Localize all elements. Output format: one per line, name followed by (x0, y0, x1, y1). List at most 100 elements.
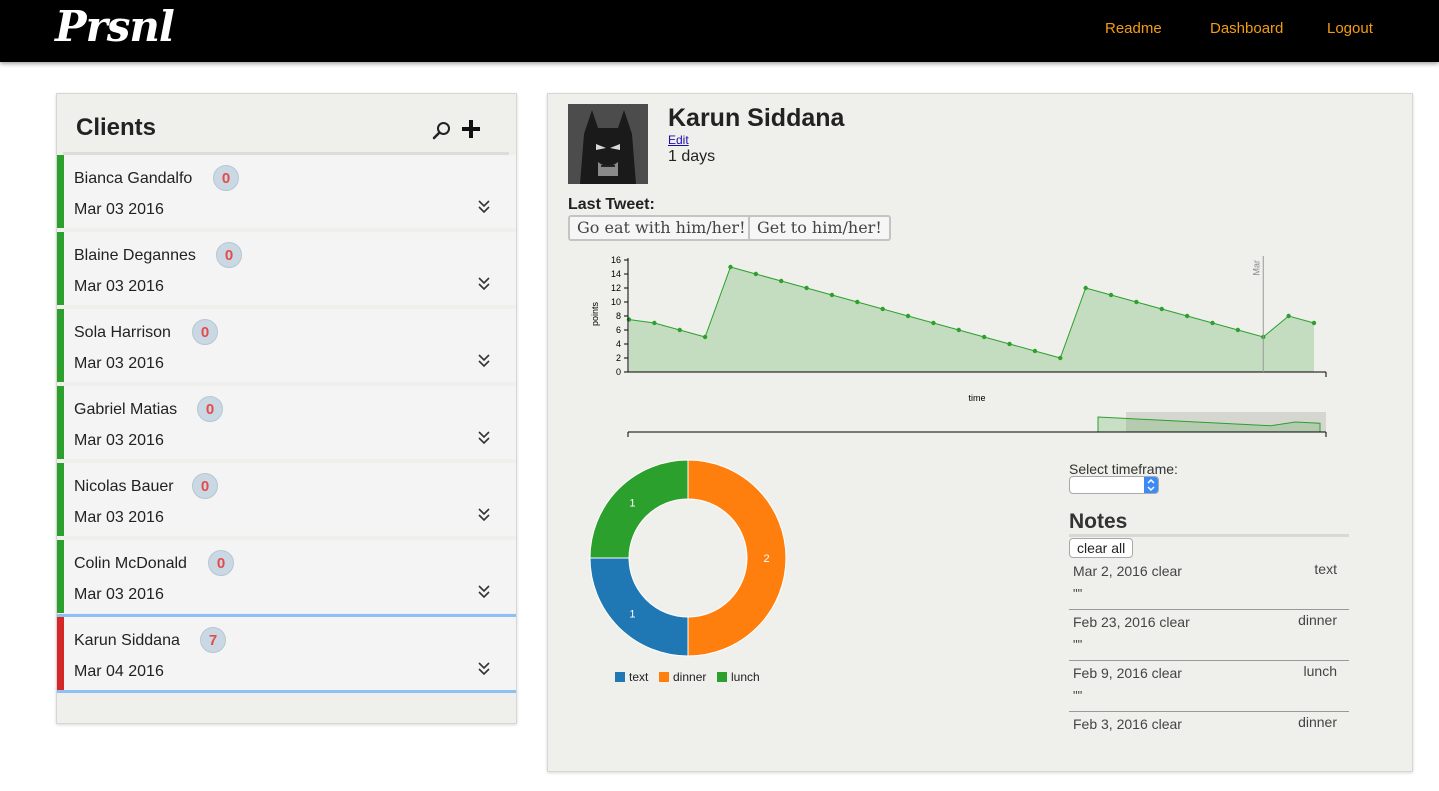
data-point (753, 271, 759, 277)
nav-readme-link[interactable]: Readme (1105, 20, 1162, 37)
note-text: "" (1073, 688, 1083, 703)
client-date: Mar 03 2016 (74, 432, 164, 449)
data-point (829, 292, 835, 298)
legend-swatch (659, 672, 669, 682)
data-point (1184, 313, 1190, 319)
note-type: text (1314, 561, 1337, 577)
note-clear-link[interactable]: clear (1152, 716, 1182, 732)
client-row[interactable]: Colin McDonald 0 Mar 03 2016 (57, 540, 516, 613)
data-point (1058, 355, 1063, 361)
plus-icon[interactable] (461, 119, 481, 144)
client-date: Mar 04 2016 (74, 663, 164, 680)
y-tick-label: 2 (616, 353, 621, 363)
data-point (1083, 285, 1088, 291)
chevron-double-down-icon[interactable] (477, 199, 491, 215)
y-tick-label: 16 (611, 255, 621, 265)
note-type: dinner (1298, 714, 1337, 730)
data-point (1210, 320, 1215, 326)
status-bar (57, 617, 64, 690)
client-row[interactable]: Nicolas Bauer 0 Mar 03 2016 (57, 463, 516, 536)
data-point (1007, 341, 1012, 347)
note-text: "" (1073, 586, 1083, 601)
app-logo[interactable]: Prsnl (55, 2, 175, 51)
client-row[interactable]: Blaine Degannes 0 Mar 03 2016 (57, 232, 516, 305)
client-name: Bianca Gandalfo (74, 170, 193, 187)
timeframe-select[interactable] (1069, 476, 1159, 494)
status-bar (57, 232, 64, 305)
donut-slice-label: 2 (763, 553, 769, 565)
client-row[interactable]: Gabriel Matias 0 Mar 03 2016 (57, 386, 516, 459)
client-name: Blaine Degannes (74, 247, 196, 264)
unread-badge: 0 (213, 165, 239, 191)
data-point (1235, 327, 1241, 333)
client-row[interactable]: Bianca Gandalfo 0 Mar 03 2016 (57, 155, 516, 228)
client-row[interactable]: Karun Siddana 7 Mar 04 2016 (57, 614, 516, 693)
unread-badge: 0 (208, 550, 234, 576)
donut-slice-text (589, 557, 689, 657)
data-point (652, 320, 657, 326)
x-axis-label: time (968, 393, 985, 403)
chevron-double-down-icon[interactable] (477, 353, 491, 369)
data-point (931, 320, 936, 326)
status-bar (57, 309, 64, 382)
note-clear-link[interactable]: clear (1152, 563, 1182, 579)
nav-logout-link[interactable]: Logout (1327, 20, 1373, 37)
note-clear-link[interactable]: clear (1152, 665, 1182, 681)
data-point (702, 334, 708, 340)
select-caret-icon (1144, 477, 1158, 493)
client-date: Mar 03 2016 (74, 355, 164, 372)
chevron-double-down-icon[interactable] (477, 507, 491, 523)
note-item: Mar 2, 2016 clear text "" (1069, 559, 1349, 610)
y-tick-label: 10 (611, 297, 621, 307)
data-point (677, 327, 682, 333)
unread-badge: 0 (192, 319, 218, 345)
client-date: Mar 03 2016 (74, 509, 164, 526)
client-date: Mar 03 2016 (74, 278, 164, 295)
data-point (728, 264, 733, 270)
client-name: Sola Harrison (74, 324, 171, 341)
clients-panel: Clients Bianca Gandalfo 0 Mar 03 2016 Blain… (56, 93, 517, 724)
notes-title: Notes (1069, 510, 1128, 533)
data-point (1311, 320, 1317, 326)
status-bar (57, 463, 64, 536)
chevron-double-down-icon[interactable] (477, 661, 491, 677)
legend-item-lunch: lunch (717, 670, 760, 684)
data-point (880, 306, 885, 312)
client-name: Colin McDonald (74, 555, 187, 572)
legend-item-text: text (615, 670, 648, 684)
data-point (1108, 292, 1114, 298)
y-tick-label: 8 (616, 311, 621, 321)
clear-all-button[interactable]: clear all (1069, 538, 1134, 558)
note-date: Mar 2, 2016 clear (1073, 563, 1182, 579)
legend-swatch (615, 672, 625, 682)
data-point (905, 313, 911, 319)
timeframe-label: Select timeframe: (1069, 461, 1178, 477)
chevron-double-down-icon[interactable] (477, 584, 491, 600)
chevron-double-down-icon[interactable] (477, 276, 491, 292)
search-icon[interactable] (432, 121, 452, 146)
y-tick-label: 0 (616, 367, 621, 377)
data-point (855, 299, 860, 305)
client-name: Karun Siddana (74, 632, 180, 649)
client-date: Mar 03 2016 (74, 201, 164, 218)
note-item: Feb 3, 2016 clear dinner (1069, 712, 1349, 763)
month-marker-label: Mar (1251, 260, 1261, 276)
note-date: Feb 9, 2016 clear (1073, 665, 1182, 681)
clients-title: Clients (76, 114, 157, 141)
note-type: dinner (1298, 612, 1337, 628)
nav-dashboard-link[interactable]: Dashboard (1210, 20, 1283, 37)
client-row[interactable]: Sola Harrison 0 Mar 03 2016 (57, 309, 516, 382)
client-name: Gabriel Matias (74, 401, 178, 418)
donut-slice-dinner (687, 459, 787, 657)
note-item: Feb 9, 2016 clear lunch "" (1069, 661, 1349, 712)
unread-badge: 7 (200, 627, 226, 653)
data-point (626, 317, 632, 322)
donut-slice-lunch (589, 459, 689, 559)
note-clear-link[interactable]: clear (1159, 614, 1189, 630)
status-bar (57, 540, 64, 613)
chevron-double-down-icon[interactable] (477, 430, 491, 446)
donut-slice-label: 1 (629, 497, 635, 509)
top-navbar: Prsnl Readme Dashboard Logout (0, 0, 1439, 62)
unread-badge: 0 (216, 242, 242, 268)
data-point (804, 285, 809, 291)
